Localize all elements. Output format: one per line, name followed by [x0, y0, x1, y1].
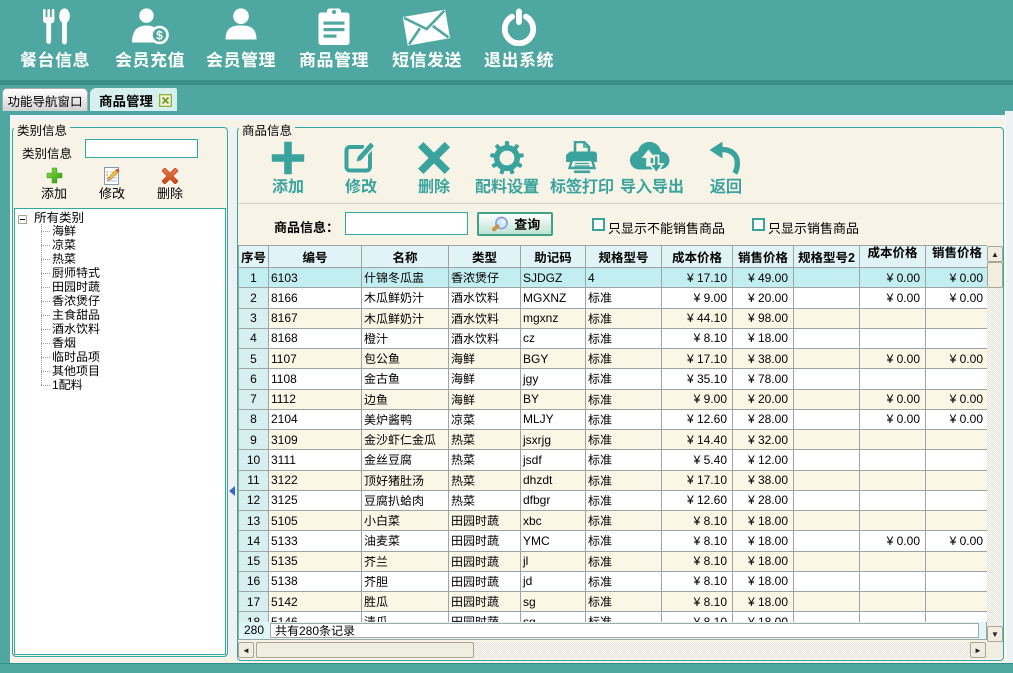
svg-text:$: $ — [156, 29, 163, 43]
